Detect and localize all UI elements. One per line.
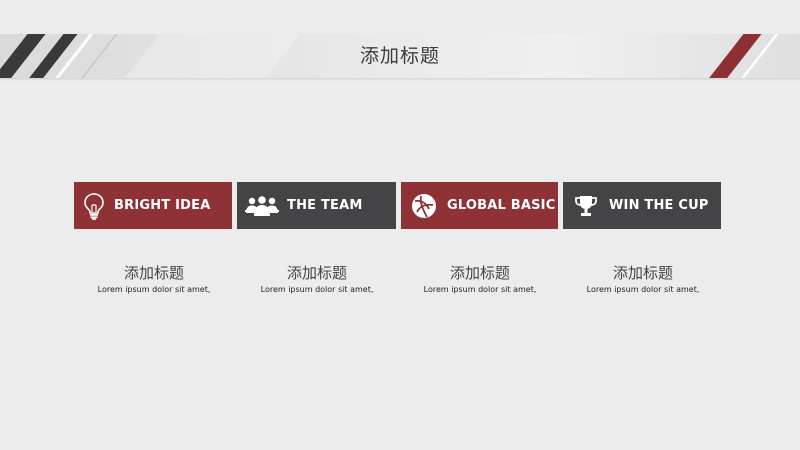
card-win-the-cup[interactable]: WIN THE CUP (563, 182, 721, 229)
header-band: 添加标题 (0, 34, 800, 78)
caption-title: 添加标题 (286, 264, 347, 282)
card-label: WIN THE CUP (609, 198, 709, 213)
slide: 添加标题 BRIGHT IDEA THE TEAM GLOBAL BASIC W… (0, 0, 800, 450)
caption-text: Lorem ipsum dolor sit amet, (97, 285, 211, 294)
caption-text: Lorem ipsum dolor sit amet, (586, 285, 700, 294)
caption-text: Lorem ipsum dolor sit amet, (260, 285, 374, 294)
header-shadow (0, 78, 800, 81)
trophy-icon (563, 182, 609, 229)
caption-block: 添加标题 Lorem ipsum dolor sit amet, (237, 262, 397, 296)
card-label: BRIGHT IDEA (114, 198, 211, 213)
caption-title: 添加标题 (612, 264, 673, 282)
basketball-icon (401, 182, 447, 229)
caption-block: 添加标题 Lorem ipsum dolor sit amet, (74, 262, 234, 296)
card-the-team[interactable]: THE TEAM (237, 182, 396, 229)
caption-title: 添加标题 (449, 264, 510, 282)
card-label: GLOBAL BASIC (447, 198, 556, 213)
caption-block: 添加标题 Lorem ipsum dolor sit amet, (400, 262, 560, 296)
card-global-basic[interactable]: GLOBAL BASIC (401, 182, 558, 229)
caption-title: 添加标题 (123, 264, 184, 282)
card-bright-idea[interactable]: BRIGHT IDEA (74, 182, 232, 229)
team-icon (237, 182, 287, 229)
caption-block: 添加标题 Lorem ipsum dolor sit amet, (563, 262, 723, 296)
card-label: THE TEAM (287, 198, 363, 213)
lightbulb-icon (74, 182, 114, 229)
page-title[interactable]: 添加标题 (0, 34, 800, 78)
caption-text: Lorem ipsum dolor sit amet, (423, 285, 537, 294)
